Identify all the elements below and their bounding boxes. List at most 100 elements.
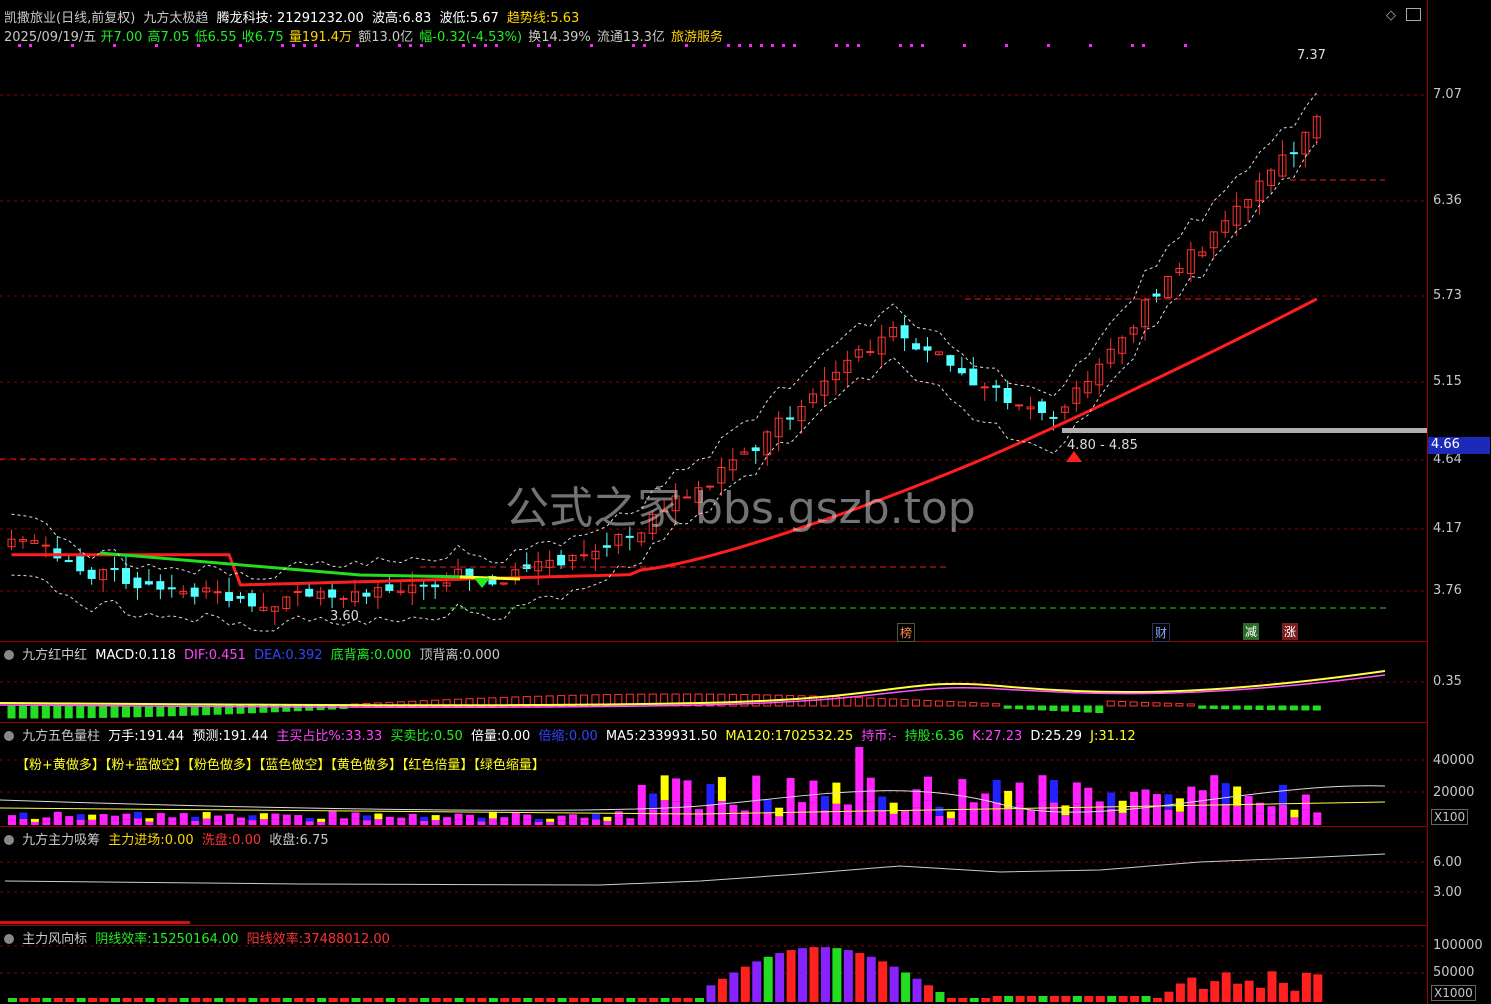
macd-bar (970, 703, 977, 706)
hold-coin-label: 持币: (861, 729, 891, 744)
volume-bar (1290, 817, 1298, 825)
volume-bar (145, 818, 153, 821)
wind-bar (466, 998, 475, 1002)
volume-bar (798, 814, 806, 825)
close-value: 6.75 (300, 833, 329, 848)
buy-sell-value: 0.50 (434, 729, 463, 744)
macd-bar (8, 706, 15, 718)
main-force-title[interactable]: 九方主力吸筹 (22, 833, 100, 848)
macd-bar (1050, 706, 1057, 710)
collapse-icon[interactable] (4, 934, 14, 944)
macd-bar (1199, 706, 1206, 708)
wind-tick: 50000 (1433, 965, 1474, 980)
macd-title[interactable]: 九方红中红 (22, 648, 87, 663)
volume-bar (867, 801, 875, 825)
indicator-name[interactable]: 九方太极趋 (143, 11, 208, 26)
volume-bar (340, 818, 348, 821)
volume-bar (1004, 808, 1012, 825)
price-pane[interactable] (0, 0, 1427, 642)
macd-bar (890, 699, 897, 706)
volume-bar (1096, 813, 1104, 825)
legend-item: 【粉色做多】 (187, 758, 259, 773)
yang-value: 37488012.00 (303, 932, 390, 947)
volume-bar (386, 821, 394, 825)
candlestick-chart[interactable] (0, 0, 1427, 641)
event-tag-jian[interactable]: 减 (1243, 623, 1259, 640)
signal-dot (921, 44, 924, 47)
volume-bar (993, 780, 1001, 803)
wind-title[interactable]: 主力风向标 (22, 932, 87, 947)
signal-dot (1131, 44, 1134, 47)
wind-bar (741, 967, 750, 1002)
volume-bar (603, 821, 611, 825)
macd-bar (1187, 704, 1194, 706)
volume-bar (283, 815, 291, 820)
top-div-label: 顶背离: (419, 648, 462, 663)
wind-bar (729, 972, 738, 1002)
diamond-icon[interactable]: ◇ (1386, 8, 1396, 23)
volume-bar (294, 815, 302, 820)
macd-bar (1130, 702, 1137, 706)
wind-bar (1130, 996, 1139, 1002)
event-tag-bang[interactable]: 榜 (897, 623, 915, 642)
candle-body (214, 592, 221, 593)
wind-bar (340, 998, 349, 1002)
shrink-label: 倍缩: (538, 729, 568, 744)
wind-bar (695, 998, 704, 1002)
collapse-icon[interactable] (4, 650, 14, 660)
volume-bar (329, 811, 337, 818)
candle-body (157, 582, 164, 589)
stock-name[interactable]: 凯撒旅业(日线,前复权) (4, 11, 135, 26)
quote-sector[interactable]: 旅游服务 (671, 30, 723, 45)
volume-bar (706, 784, 714, 804)
yin-label: 阴线效率: (95, 932, 151, 947)
volume-bar (466, 815, 474, 820)
wind-bar (1210, 981, 1219, 1002)
support-label: 4.80 - 4.85 (1067, 438, 1138, 453)
wind-bar (993, 996, 1002, 1002)
candle-body (42, 545, 49, 546)
macd-bar (1222, 706, 1229, 709)
volume-bar (409, 814, 417, 820)
wind-bar (191, 998, 200, 1002)
wind-bar (935, 992, 944, 1002)
quote-open: 开7.00 (100, 30, 142, 45)
wind-bar (329, 998, 338, 1002)
collapse-icon[interactable] (4, 731, 14, 741)
wind-bar (661, 998, 670, 1002)
wind-bar (855, 953, 864, 1002)
wind-bar (432, 998, 441, 1002)
window-toggle-icon[interactable] (1406, 8, 1421, 21)
volume-bar (42, 817, 50, 821)
volume-bar (294, 820, 302, 825)
event-tag-cai[interactable]: 财 (1152, 623, 1170, 642)
volume-bar (283, 820, 291, 825)
wind-bar (352, 998, 361, 1002)
volume-title[interactable]: 九方五色量柱 (22, 729, 100, 744)
wind-bar (157, 998, 166, 1002)
collapse-icon[interactable] (4, 835, 14, 845)
company-label: 腾龙科技: (217, 11, 273, 26)
legend-item: 【黄色做多】 (330, 758, 402, 773)
volume-bar (226, 814, 234, 819)
volume-bar (42, 821, 50, 825)
volume-bar (248, 815, 256, 820)
volume-bar (878, 797, 886, 811)
volume-bar (134, 812, 142, 819)
wind-unit: X1000 (1431, 985, 1476, 1001)
event-tag-zhang[interactable]: 涨 (1282, 623, 1298, 640)
quote-date: 2025/09/19/五 (4, 30, 96, 45)
macd-bar (947, 701, 954, 706)
volume-bar (775, 816, 783, 825)
wind-bar (88, 998, 97, 1002)
quote-high: 高7.05 (148, 30, 190, 45)
volume-header: 九方五色量柱 万手:191.44 预测:191.44 主买占比%:33.33 买… (4, 725, 1140, 744)
macd-bar (878, 698, 885, 706)
volume-bar (1268, 806, 1276, 815)
legend-item: 【粉+黄做多】 (16, 758, 105, 773)
wind-bar (1245, 981, 1254, 1002)
candle-body (386, 585, 393, 591)
wind-bar (260, 998, 269, 1002)
wind-bar (706, 985, 715, 1002)
macd-bar (981, 703, 988, 706)
